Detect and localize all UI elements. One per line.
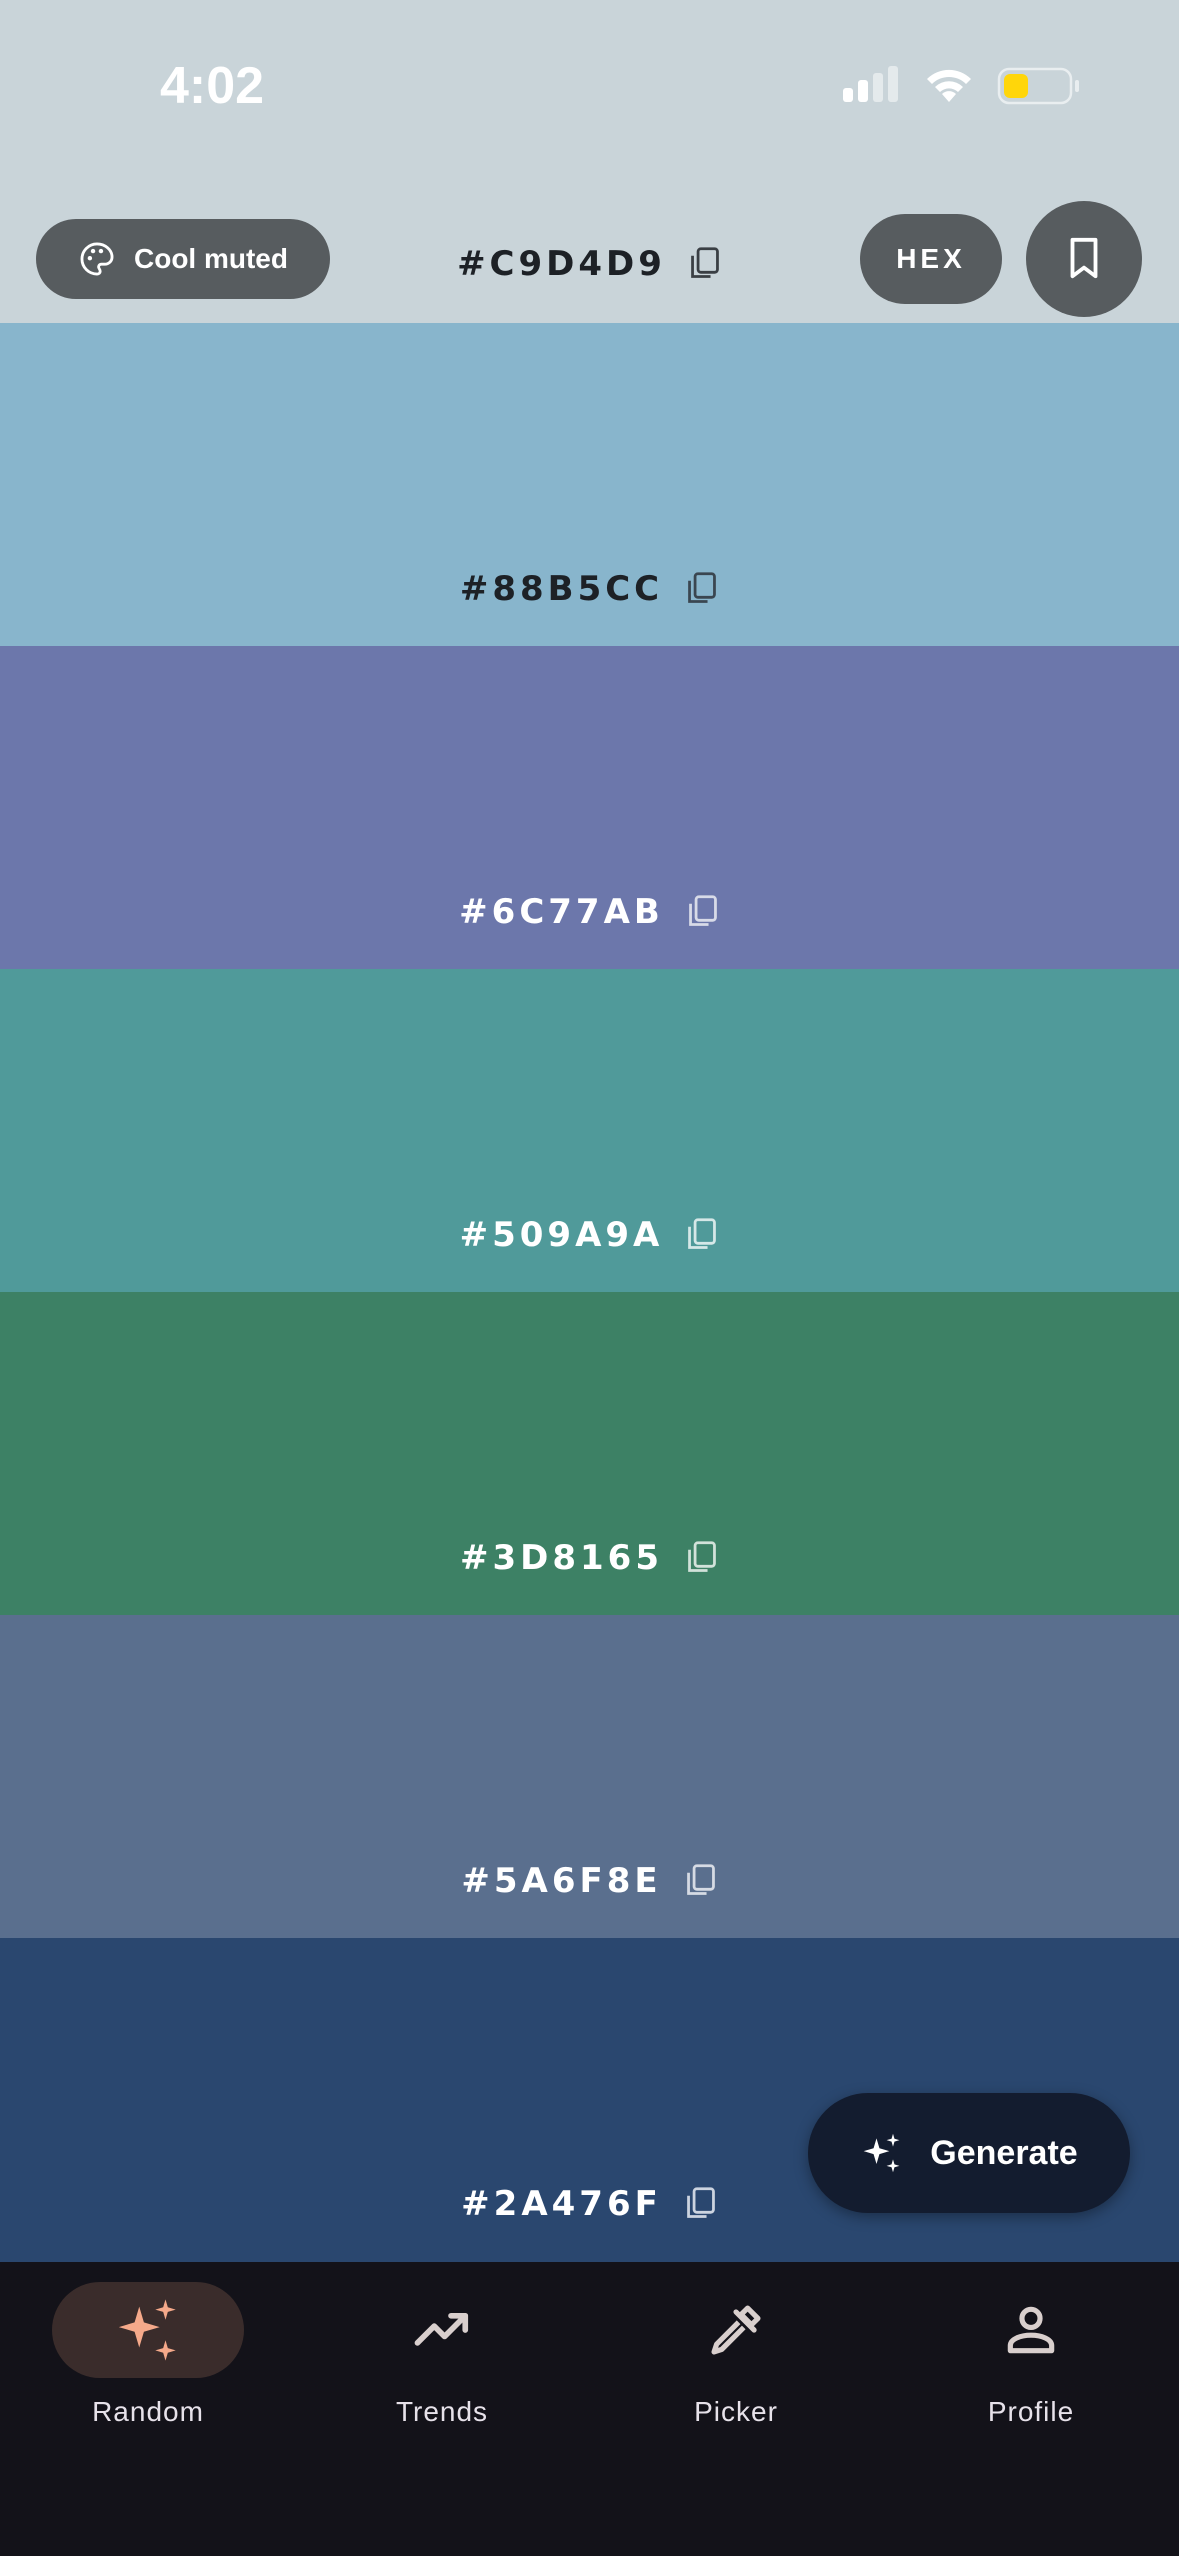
palette-icon: [80, 242, 114, 276]
swatch-5[interactable]: #3D8165: [0, 1292, 1179, 1616]
status-icons: [841, 66, 1081, 106]
status-time: 4:02: [160, 57, 265, 115]
swatch-3[interactable]: #6C77AB: [0, 646, 1179, 970]
copy-icon[interactable]: [685, 571, 719, 607]
trending-up-icon: [414, 2312, 469, 2346]
hex-code: #6C77AB: [459, 892, 664, 932]
generate-label: Generate: [930, 2133, 1078, 2172]
eyedropper-icon: [711, 2305, 761, 2355]
format-toggle-button[interactable]: HEX: [860, 214, 1002, 304]
copy-icon[interactable]: [684, 2186, 718, 2222]
swatch-4[interactable]: #509A9A: [0, 969, 1179, 1293]
person-icon: [1007, 2306, 1055, 2354]
copy-icon[interactable]: [685, 1540, 719, 1576]
copy-icon[interactable]: [686, 894, 720, 930]
copy-icon[interactable]: [685, 1217, 719, 1253]
hex-code: #3D8165: [460, 1538, 663, 1578]
swatch-6[interactable]: #5A6F8E: [0, 1615, 1179, 1939]
bottom-navigation: Random Trends Picker Profile: [0, 2262, 1179, 2556]
hex-code: #C9D4D9: [457, 244, 666, 284]
copy-icon[interactable]: [688, 246, 722, 282]
hex-code: #509A9A: [459, 1215, 664, 1255]
hex-code: #2A476F: [461, 2184, 662, 2224]
nav-item-trends[interactable]: Trends: [322, 2282, 562, 2428]
palette-style-button[interactable]: Cool muted: [36, 219, 330, 299]
wifi-icon: [927, 69, 971, 102]
cellular-signal-icon: [843, 66, 898, 102]
palette-style-label: Cool muted: [134, 243, 288, 274]
nav-label: Trends: [395, 2396, 489, 2427]
nav-label: Profile: [987, 2396, 1075, 2427]
bookmark-button[interactable]: [1026, 201, 1142, 317]
copy-icon[interactable]: [684, 1863, 718, 1899]
bookmark-icon: [1070, 237, 1098, 279]
sparkles-icon: [118, 2299, 176, 2361]
format-label: HEX: [896, 243, 966, 274]
battery-icon: [997, 67, 1079, 105]
nav-active-indicator: [52, 2282, 244, 2378]
hex-code: #5A6F8E: [461, 1861, 662, 1901]
nav-item-random[interactable]: Random: [28, 2282, 268, 2428]
generate-button[interactable]: Generate: [808, 2093, 1130, 2213]
sparkles-icon: [863, 2133, 900, 2173]
swatch-2[interactable]: #88B5CC: [0, 323, 1179, 647]
nav-label: Random: [92, 2396, 204, 2427]
nav-item-profile[interactable]: Profile: [911, 2282, 1151, 2428]
nav-label: Picker: [694, 2396, 778, 2427]
nav-item-picker[interactable]: Picker: [616, 2282, 856, 2428]
hex-code: #88B5CC: [459, 569, 664, 609]
